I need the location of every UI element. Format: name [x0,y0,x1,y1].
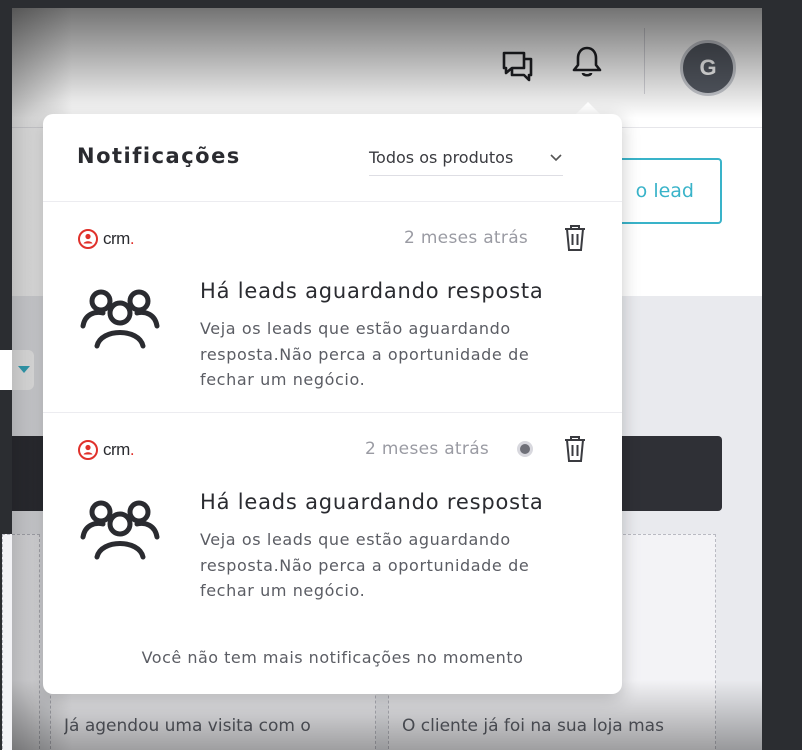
panel-title: Notificações [77,144,241,168]
notifications-panel: Notificações Todos os produtos crm. 2 me… [43,114,622,694]
toolbar-divider [644,28,645,94]
kanban-column-title: Já agendou uma visita com o [64,716,311,736]
empty-notifications-message: Você não tem mais notificações no moment… [141,648,524,667]
crm-logo-icon [78,440,98,460]
notification-title: Há leads aguardando resposta [200,279,544,303]
kanban-column [2,534,40,750]
unread-indicator[interactable] [517,441,533,457]
caret-down-icon [18,366,30,373]
notification-time: 2 meses atrás [365,439,490,459]
notification-body: Veja os leads que estão aguardando respo… [200,319,530,389]
kanban-column-title: O cliente já foi na sua loja mas [402,716,664,736]
crm-brand-text: crm. [103,440,135,459]
notification-title: Há leads aguardando resposta [200,490,544,514]
chat-bubbles-icon[interactable] [500,48,536,84]
notification-item[interactable]: crm. 2 meses atrás Há leads aguardando r… [43,202,622,413]
user-avatar[interactable]: G [680,40,736,96]
users-group-icon [79,497,161,563]
panel-header: Notificações Todos os produtos [43,114,622,202]
trash-icon[interactable] [561,222,589,254]
crm-brand-text: crm. [103,229,135,248]
users-group-icon [79,286,161,352]
notification-item[interactable]: crm. 2 meses atrás Há leads aguardando r… [43,413,622,628]
top-bar: G [12,8,762,128]
notification-body: Veja os leads que estão aguardando respo… [200,530,530,600]
crm-logo: crm. [77,228,135,250]
crm-logo-icon [78,229,98,249]
filter-selected-value: Todos os produtos [369,148,514,167]
trash-icon[interactable] [561,433,589,465]
chevron-down-icon [549,153,563,163]
notification-time: 2 meses atrás [404,228,529,248]
product-filter-select[interactable]: Todos os produtos [369,140,563,176]
crm-logo: crm. [77,439,135,461]
bell-icon[interactable] [569,44,605,80]
